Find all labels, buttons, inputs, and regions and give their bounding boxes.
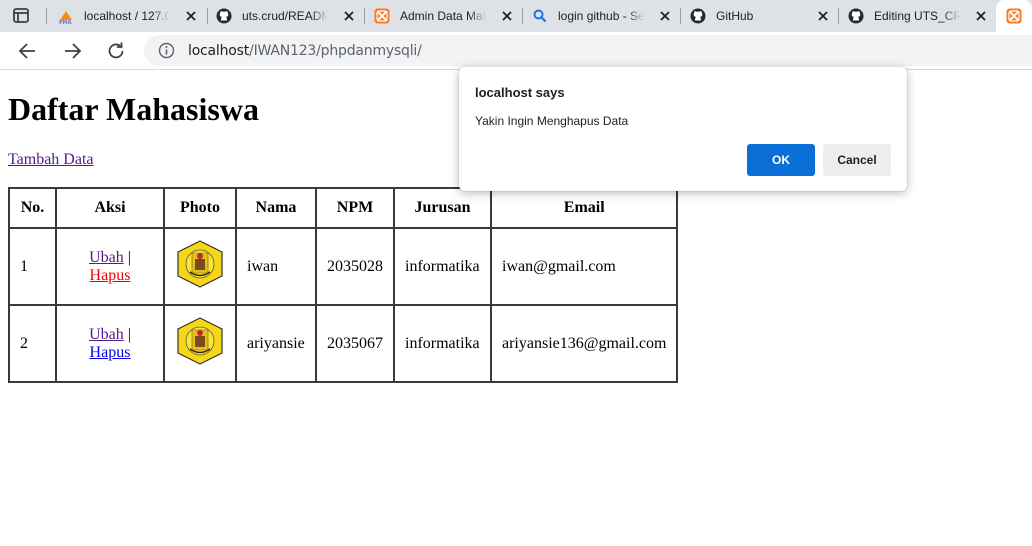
search-icon — [532, 8, 548, 24]
tab-separator — [364, 8, 365, 24]
header-email: Email — [491, 188, 678, 228]
header-aksi: Aksi — [56, 188, 164, 228]
address-bar[interactable]: localhost/IWAN123/phpdanmysqli/ — [144, 35, 1032, 66]
tab-title: Admin Data Mahasiswa — [400, 9, 486, 23]
cell-email: ariyansie136@gmail.com — [491, 305, 678, 382]
edit-link[interactable]: Ubah — [89, 249, 124, 266]
github-icon — [690, 8, 706, 24]
close-icon[interactable] — [500, 9, 514, 23]
link-separator: | — [127, 248, 131, 266]
table-row: 1 Ubah | Hapus iwan 2035028 informatika … — [9, 228, 678, 305]
cell-npm: 2035028 — [316, 228, 394, 305]
cell-no: 2 — [9, 305, 56, 382]
cell-photo — [164, 305, 236, 382]
cell-jurusan: informatika — [394, 305, 491, 382]
tab-phpmyadmin[interactable]: PMA localhost / 127.0.0.1 — [58, 0, 206, 32]
ok-button[interactable]: OK — [747, 144, 815, 176]
cell-jurusan: informatika — [394, 228, 491, 305]
link-separator: | — [127, 325, 131, 343]
delete-link[interactable]: Hapus — [90, 267, 131, 284]
github-icon — [848, 8, 864, 24]
delete-link[interactable]: Hapus — [90, 344, 131, 361]
cell-aksi: Ubah | Hapus — [56, 228, 164, 305]
edit-link[interactable]: Ubah — [89, 326, 124, 343]
dialog-title: localhost says — [475, 85, 565, 100]
header-jurusan: Jurusan — [394, 188, 491, 228]
tab-admin-data[interactable]: Admin Data Mahasiswa — [374, 0, 522, 32]
close-icon[interactable] — [974, 9, 988, 23]
dialog-message: Yakin Ingin Menghapus Data — [475, 114, 629, 128]
tab-title: GitHub — [716, 9, 754, 23]
cancel-button[interactable]: Cancel — [823, 144, 891, 176]
xampp-icon — [374, 8, 390, 24]
tab-search-github[interactable]: login github - Search — [532, 0, 680, 32]
github-icon — [216, 8, 232, 24]
cell-aksi: Ubah | Hapus — [56, 305, 164, 382]
header-photo: Photo — [164, 188, 236, 228]
cell-photo — [164, 228, 236, 305]
browser-toolbar: localhost/IWAN123/phpdanmysqli/ — [0, 32, 1032, 70]
url-path: /IWAN123/phpdanmysqli/ — [249, 43, 422, 59]
info-icon[interactable] — [158, 42, 175, 59]
header-nama: Nama — [236, 188, 316, 228]
tab-search-icon[interactable] — [12, 7, 32, 25]
header-npm: NPM — [316, 188, 394, 228]
header-no: No. — [9, 188, 56, 228]
tab-editing-uts[interactable]: Editing UTS_CRUD — [848, 0, 996, 32]
cell-nama: iwan — [236, 228, 316, 305]
cell-no: 1 — [9, 228, 56, 305]
close-icon[interactable] — [184, 9, 198, 23]
xampp-icon — [1006, 8, 1022, 24]
tab-separator — [46, 8, 47, 24]
tab-separator — [207, 8, 208, 24]
tab-title: uts.crud/README.md — [242, 9, 328, 23]
url-host: localhost — [188, 43, 250, 59]
table-header-row: No. Aksi Photo Nama NPM Jurusan Email — [9, 188, 678, 228]
tab-title: Editing UTS_CRUD — [874, 9, 960, 23]
phpmyadmin-icon: PMA — [58, 8, 74, 24]
cell-npm: 2035067 — [316, 305, 394, 382]
svg-text:PMA: PMA — [59, 20, 72, 24]
tab-separator — [680, 8, 681, 24]
tab-github[interactable]: GitHub — [690, 0, 838, 32]
close-icon[interactable] — [816, 9, 830, 23]
confirm-dialog: localhost says Yakin Ingin Menghapus Dat… — [459, 67, 907, 191]
page-title: Daftar Mahasiswa — [8, 91, 259, 127]
university-logo-image — [175, 240, 225, 293]
tab-readme[interactable]: uts.crud/README.md — [216, 0, 364, 32]
cell-email: iwan@gmail.com — [491, 228, 678, 305]
add-data-link[interactable]: Tambah Data — [8, 151, 94, 169]
forward-arrow-icon[interactable] — [61, 40, 83, 62]
url-text[interactable]: localhost/IWAN123/phpdanmysqli/ — [188, 43, 422, 59]
tab-active[interactable] — [996, 0, 1032, 32]
close-icon[interactable] — [658, 9, 672, 23]
back-arrow-icon[interactable] — [17, 40, 39, 62]
student-table: No. Aksi Photo Nama NPM Jurusan Email 1 … — [8, 187, 679, 383]
cell-nama: ariyansie — [236, 305, 316, 382]
tab-separator — [522, 8, 523, 24]
university-logo-image — [175, 317, 225, 370]
tab-title: localhost / 127.0.0.1 — [84, 9, 170, 23]
tab-separator — [838, 8, 839, 24]
table-row: 2 Ubah | Hapus ariyansie 2035067 informa… — [9, 305, 678, 382]
tab-strip: PMA localhost / 127.0.0.1 uts.crud/READM… — [0, 0, 1032, 32]
tab-title: login github - Search — [558, 9, 644, 23]
close-icon[interactable] — [342, 9, 356, 23]
reload-icon[interactable] — [105, 40, 127, 62]
